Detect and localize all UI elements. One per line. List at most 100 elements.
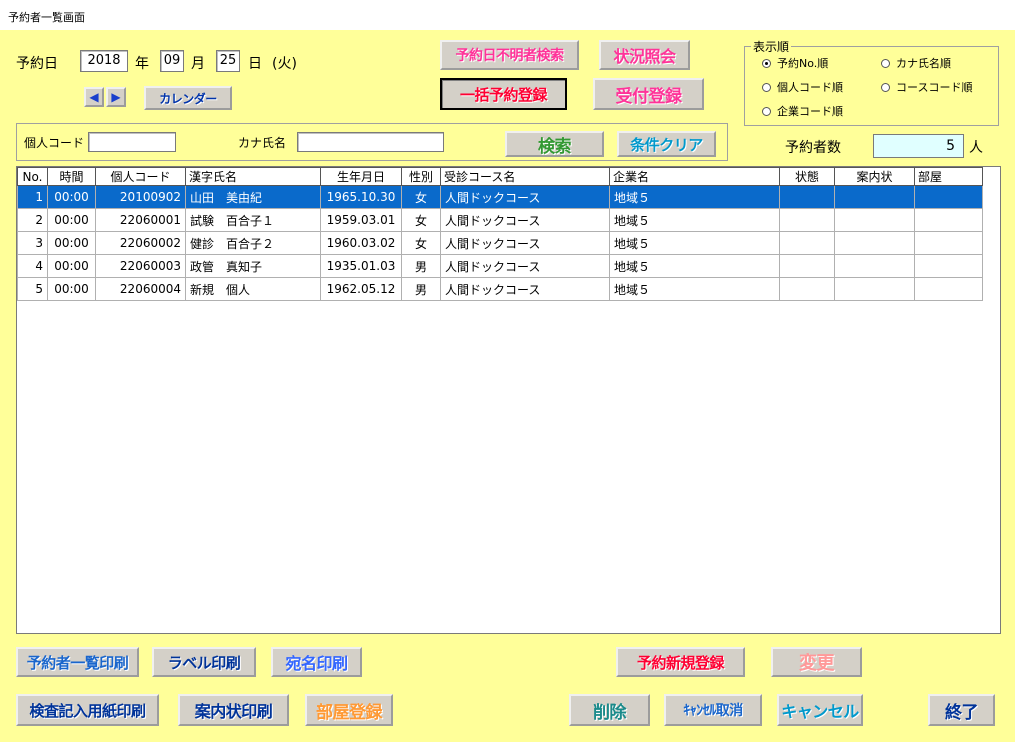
sort-order-legend: 表示順 [753,40,790,54]
col-header-personal-code[interactable]: 個人コード [95,167,186,186]
status-inquiry-button[interactable]: 状況照会 [599,40,690,70]
clear-conditions-button[interactable]: 条件クリア [617,131,716,157]
table-row[interactable]: 4 00:00 22060003 政管 真知子 1935.01.03 男人間ドックコース地… [17,254,983,278]
cell-room [914,254,983,278]
exit-button[interactable]: 終了 [928,694,995,726]
cell-course: 人間ドックコース [440,277,610,301]
col-header-status[interactable]: 状態 [779,167,835,186]
table-header-row: No. 時間 個人コード 漢字氏名 生年月日 性別 受診コース名 企業名 状態 … [17,167,983,186]
personal-code-label: 個人コード [24,136,85,150]
cell-company: 地域５ [609,277,780,301]
window-title: 予約者一覧画面 [0,0,1015,30]
kana-name-label: カナ氏名 [238,136,287,150]
cell-gender: 男 [401,254,441,278]
radio-icon [762,82,771,92]
reservation-count-value: 5 [873,134,964,158]
day-input[interactable]: 25 [216,50,240,72]
cell-status [779,208,835,232]
cell-gender: 女 [401,185,441,209]
cell-kanji-name: 山田 美由紀 [185,185,321,209]
reservation-count-unit: 人 [969,140,983,156]
right-arrow-icon: ▶ [111,90,121,104]
col-header-course[interactable]: 受診コース名 [440,167,610,186]
table-row[interactable]: 3 00:00 22060002 健診 百合子２ 1960.03.02 女人間ドックコース… [17,231,983,255]
cell-status [779,231,835,255]
cell-personal-code: 20100902 [95,185,186,209]
reservation-list-print-button[interactable]: 予約者一覧印刷 [16,647,139,677]
cell-personal-code: 22060001 [95,208,186,232]
cell-personal-code: 22060002 [95,231,186,255]
prev-day-button[interactable]: ◀ [84,87,104,107]
calendar-button[interactable]: カレンダー [144,86,232,110]
bulk-register-button[interactable]: 一括予約登録 [440,78,567,110]
cell-guide-letter [834,208,915,232]
cell-gender: 男 [401,277,441,301]
cell-room [914,208,983,232]
cell-birthdate: 1960.03.02 [320,231,402,255]
next-day-button[interactable]: ▶ [106,87,126,107]
col-header-no[interactable]: No. [17,167,48,186]
search-button[interactable]: 検索 [505,131,604,157]
day-unit: 日 [248,56,262,72]
reservation-list-grid: No. 時間 個人コード 漢字氏名 生年月日 性別 受診コース名 企業名 状態 … [16,166,1001,634]
cell-no: 4 [17,254,48,278]
guide-letter-print-button[interactable]: 案内状印刷 [178,694,289,726]
table-row[interactable]: 2 00:00 22060001 試験 百合子１ 1959.03.01 女人間ドックコース… [17,208,983,232]
change-button[interactable]: 変更 [771,647,862,677]
left-arrow-icon: ◀ [89,90,99,104]
cell-kanji-name: 試験 百合子１ [185,208,321,232]
reception-register-button[interactable]: 受付登録 [593,78,704,110]
cell-guide-letter [834,254,915,278]
unknown-date-search-button[interactable]: 予約日不明者検索 [440,40,579,70]
radio-icon [881,82,890,92]
radio-icon [762,106,771,116]
cell-birthdate: 1965.10.30 [320,185,402,209]
cancel-button[interactable]: キャンセル [777,694,863,726]
table-row[interactable]: 1 00:00 20100902 山田 美由紀 1965.10.30 女人間ドックコース地… [17,185,983,209]
cell-company: 地域５ [609,208,780,232]
kana-name-input[interactable] [297,132,444,152]
cell-course: 人間ドックコース [440,254,610,278]
cell-status [779,277,835,301]
col-header-gender[interactable]: 性別 [401,167,441,186]
new-reservation-button[interactable]: 予約新規登録 [616,647,745,677]
cell-status [779,185,835,209]
sort-option-personal-code[interactable]: 個人コード順 [762,79,843,95]
sort-option-label: カナ氏名順 [896,57,951,70]
cell-no: 1 [17,185,48,209]
delete-button[interactable]: 削除 [569,694,650,726]
month-input[interactable]: 09 [160,50,184,72]
sort-option-kana-name[interactable]: カナ氏名順 [881,55,951,71]
sort-option-reservation-no[interactable]: 予約No.順 [762,55,828,71]
reservation-count-label: 予約者数 [785,140,841,156]
col-header-time[interactable]: 時間 [47,167,96,186]
personal-code-input[interactable] [88,132,176,152]
year-input[interactable]: 2018 [80,50,128,72]
exam-form-print-button[interactable]: 検査記入用紙印刷 [16,694,159,726]
cancel-undo-button[interactable]: ｷｬﾝｾﾙ取消 [664,694,762,726]
col-header-kanji-name[interactable]: 漢字氏名 [185,167,321,186]
cell-kanji-name: 政管 真知子 [185,254,321,278]
col-header-room[interactable]: 部屋 [914,167,983,186]
table-row[interactable]: 5 00:00 22060004 新規 個人 1962.05.12 男人間ドックコース 地域… [17,277,983,301]
col-header-company[interactable]: 企業名 [609,167,780,186]
sort-option-course-code[interactable]: コースコード順 [881,79,972,95]
cell-no: 2 [17,208,48,232]
col-header-guide-letter[interactable]: 案内状 [834,167,915,186]
cell-room [914,231,983,255]
cell-gender: 女 [401,208,441,232]
room-register-button[interactable]: 部屋登録 [305,694,393,726]
cell-birthdate: 1959.03.01 [320,208,402,232]
radio-selected-icon [762,58,771,68]
radio-icon [881,58,890,68]
label-print-button[interactable]: ラベル印刷 [152,647,256,677]
col-header-birthdate[interactable]: 生年月日 [320,167,402,186]
cell-birthdate: 1962.05.12 [320,277,402,301]
reservation-table: No. 時間 個人コード 漢字氏名 生年月日 性別 受診コース名 企業名 状態 … [17,167,983,301]
cell-time: 00:00 [47,185,96,209]
sort-option-label: 企業コード順 [777,105,843,118]
sort-option-label: コースコード順 [896,81,973,94]
address-print-button[interactable]: 宛名印刷 [271,647,362,677]
sort-option-company-code[interactable]: 企業コード順 [762,103,843,119]
cell-birthdate: 1935.01.03 [320,254,402,278]
